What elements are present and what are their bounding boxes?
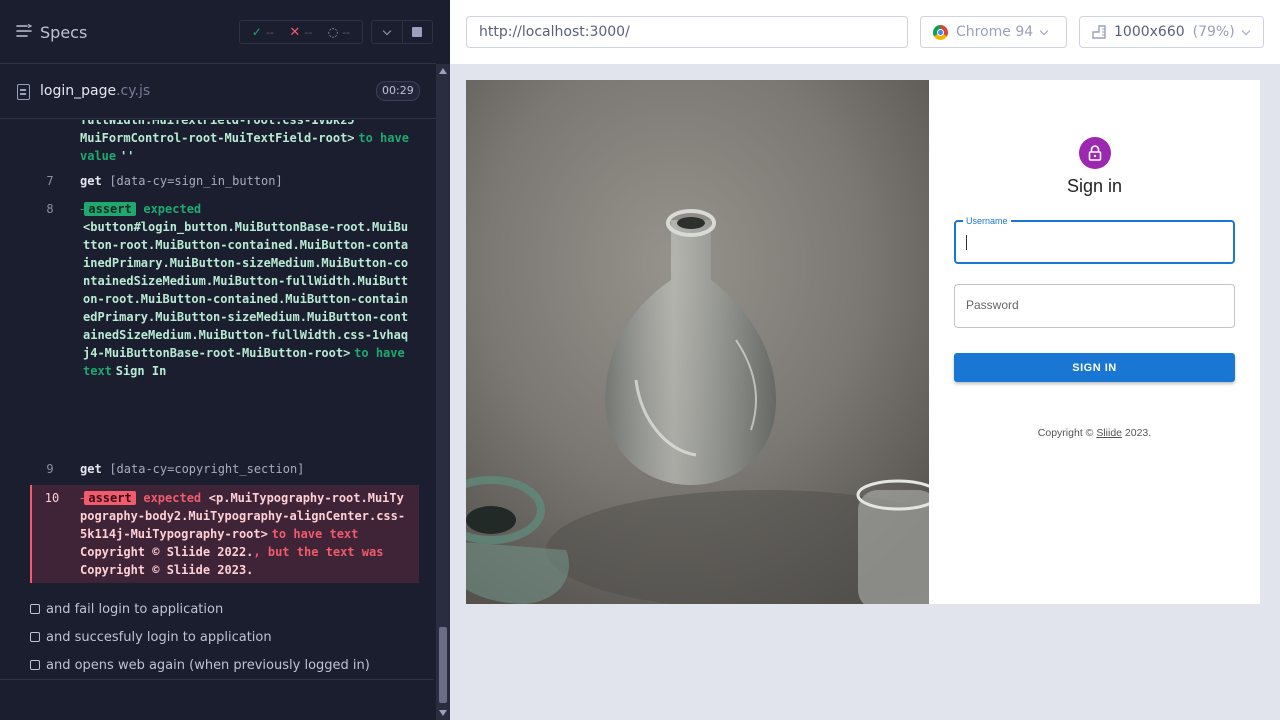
command-log-entry-assert[interactable]: 8 - assert expected <button#login_button.… (30, 200, 419, 452)
viewport-percentage: (79%) (1192, 24, 1235, 40)
viewport-size: 1000x660 (1114, 24, 1185, 40)
checkbox-icon (30, 632, 40, 642)
browser-selector[interactable]: Chrome 94 (920, 16, 1067, 48)
spinner-icon: ◌ (327, 25, 339, 39)
checkbox-icon (30, 660, 40, 670)
scroll-down-arrow-icon[interactable] (439, 710, 447, 716)
command-number: 8 (46, 202, 54, 216)
assert-expected-value: Copyright © Sliide 2022. (80, 545, 254, 559)
test-stats: ✓ -- ✕ -- ◌ -- (239, 20, 363, 44)
partial-subject-line2: MuiFormControl-root-MuiTextField-root> (80, 131, 355, 145)
specs-label: Specs (40, 22, 88, 42)
stop-icon (412, 27, 423, 37)
command-number: 10 (44, 491, 60, 505)
password-field[interactable]: Password (954, 284, 1235, 328)
reporter-scrollbar[interactable] (436, 64, 450, 720)
spec-extension: .cy.js (116, 83, 151, 99)
command-argument: [data-cy=sign_in_button] (109, 174, 283, 188)
failed-stat: ✕ -- (289, 25, 312, 40)
chevron-down-icon (382, 26, 391, 35)
partial-subject-line1: fullWidth.MuiTextField-root.css-1vbkz5 (80, 120, 355, 127)
app-iframe: Sign in Username Password SIGN IN Copyri… (466, 80, 1260, 604)
command-name: get (80, 462, 102, 476)
test-title: and succesfuly login to application (46, 629, 272, 645)
pending-count: -- (342, 25, 351, 39)
divider (0, 679, 434, 680)
test-item[interactable]: and succesfuly login to application (30, 627, 272, 647)
assert-value: Sign In (115, 364, 167, 378)
command-log-entry[interactable]: 9 get [data-cy=copyright_section] (30, 460, 419, 478)
partial-value-label: value (80, 149, 117, 163)
sign-in-button[interactable]: SIGN IN (954, 353, 1235, 382)
passed-count: -- (265, 25, 274, 39)
command-log-entry-failed[interactable]: 10 - assert expected <p.MuiTypography-roo… (30, 485, 419, 583)
pending-stat: ◌ -- (328, 25, 350, 39)
browser-label: Chrome 94 (956, 24, 1034, 40)
assert-badge: assert (84, 202, 136, 216)
assert-subject: <button#login_button.MuiButtonBase-root.… (83, 220, 409, 360)
spec-file-name: login_page.cy.js (40, 83, 150, 99)
passed-stat: ✓ -- (252, 25, 274, 39)
ruler-icon (1092, 25, 1106, 39)
chevron-down-icon (1039, 26, 1049, 35)
failed-count: -- (304, 25, 313, 39)
url-display[interactable]: http://localhost:3000/ (466, 16, 908, 48)
command-log: fullWidth.MuiTextField-root.css-1vbkz5 M… (0, 120, 434, 680)
page-title: Sign in (1066, 176, 1123, 196)
scroll-up-arrow-icon[interactable] (439, 68, 447, 74)
document-icon (17, 84, 30, 100)
command-name: get (80, 174, 102, 188)
command-number: 7 (46, 174, 54, 188)
app-under-test-panel: http://localhost:3000/ Chrome 94 1000x66… (450, 0, 1280, 720)
test-title: and opens web again (when previously log… (46, 657, 370, 673)
checkbox-icon (30, 604, 40, 614)
glass-vases-photo (466, 80, 929, 604)
password-placeholder: Password (966, 298, 1019, 312)
lock-icon (1079, 137, 1111, 169)
assert-expected-word: expected (143, 202, 202, 216)
login-form: Sign in Username Password SIGN IN Copyri… (929, 80, 1260, 604)
cypress-reporter: Specs ✓ -- ✕ -- ◌ -- login_page.cy.js 00:29… (0, 0, 436, 720)
specs-button[interactable]: Specs (16, 20, 87, 44)
partial-to-have: to have (358, 131, 409, 145)
run-controls (371, 20, 433, 44)
chrome-icon (933, 24, 948, 40)
command-argument: [data-cy=copyright_section] (109, 462, 305, 476)
text-caret (966, 235, 967, 250)
stop-button[interactable] (403, 21, 433, 43)
copyright-link[interactable]: Sliide (1096, 427, 1122, 439)
assert-badge: assert (84, 491, 136, 505)
copyright-suffix: 2023. (1122, 427, 1152, 439)
dropdown-button[interactable] (372, 21, 403, 43)
test-title: and fail login to application (46, 601, 224, 617)
command-number: 9 (46, 462, 54, 476)
aut-header: http://localhost:3000/ Chrome 94 1000x66… (450, 0, 1280, 64)
test-item[interactable]: and opens web again (when previously log… (30, 655, 370, 675)
x-icon: ✕ (289, 24, 301, 40)
partial-value: '' (119, 149, 135, 163)
copyright-prefix: Copyright © (1037, 427, 1097, 439)
command-log-entry[interactable]: 7 get [data-cy=sign_in_button] (30, 172, 419, 190)
spec-file-row: login_page.cy.js 00:29 (0, 65, 436, 119)
copyright-section: Copyright © Sliide 2023. (929, 427, 1260, 439)
spec-duration: 00:29 (376, 81, 420, 101)
menu-lines-icon (16, 23, 33, 42)
assert-to-have-text: to have text (271, 527, 359, 541)
test-item[interactable]: and fail login to application (30, 599, 223, 619)
check-icon: ✓ (251, 25, 262, 39)
username-label: Username (963, 215, 1011, 227)
viewport-selector[interactable]: 1000x660 (79%) (1079, 16, 1264, 48)
username-field[interactable]: Username (954, 215, 1235, 264)
assert-actual-value: Copyright © Sliide 2023. (80, 563, 254, 577)
spec-name-text: login_page (40, 83, 117, 99)
assert-expected-word: expected (143, 491, 202, 505)
chevron-down-icon (1241, 26, 1250, 35)
assert-but-text-was: , but the text was (253, 545, 384, 559)
reporter-header: Specs ✓ -- ✕ -- ◌ -- (0, 0, 436, 64)
scrollbar-thumb[interactable] (439, 627, 447, 703)
